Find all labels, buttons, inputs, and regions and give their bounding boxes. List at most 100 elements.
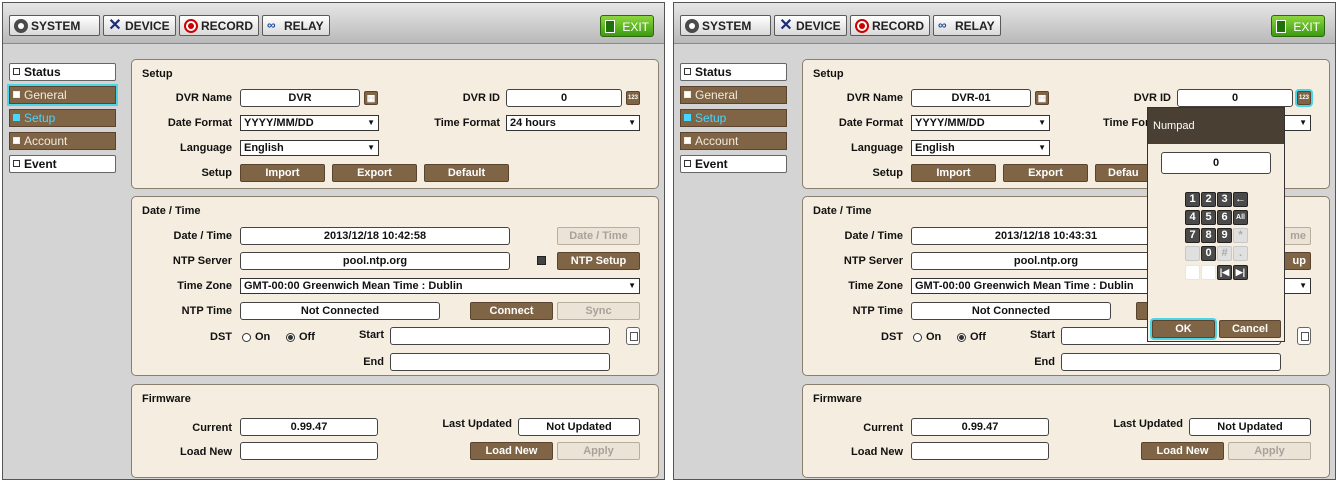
sidebar-item-status[interactable]: Status — [680, 63, 787, 81]
keyboard-icon[interactable]: ▦ — [1035, 91, 1049, 105]
menu-relay-label: RELAY — [955, 19, 995, 33]
calendar-icon[interactable] — [626, 327, 640, 345]
dvr-setup-screen-left: SYSTEM ✕ DEVICE RECORD ∞ RELAY EXIT Status… — [2, 2, 665, 480]
calendar-icon[interactable] — [1297, 327, 1311, 345]
sidebar-item-event[interactable]: Event — [9, 155, 116, 173]
date-format-select[interactable]: YYYY/MM/DD ▼ — [911, 115, 1050, 131]
load-new-button[interactable]: Load New — [1141, 442, 1224, 460]
numpad-ok-button[interactable]: OK — [1152, 320, 1215, 338]
ntp-server-input[interactable]: pool.ntp.org — [911, 252, 1181, 270]
menu-record-button[interactable]: RECORD — [179, 15, 259, 36]
numpad-key-hash[interactable]: # — [1217, 246, 1232, 261]
numpad-key-4[interactable]: 4 — [1185, 210, 1200, 225]
ntp-time-field: Not Connected — [911, 302, 1111, 320]
numpad-key-9[interactable]: 9 — [1217, 228, 1232, 243]
dvr-id-input[interactable]: 0 — [1177, 89, 1293, 107]
date-time-button[interactable]: Date / Time — [557, 227, 640, 245]
sidebar-item-general[interactable]: General — [9, 86, 116, 104]
numpad-key-3[interactable]: 3 — [1217, 192, 1232, 207]
ntp-enable-checkbox[interactable] — [537, 256, 546, 265]
dst-start-label: Start — [358, 329, 384, 341]
numpad-key-star[interactable]: * — [1233, 228, 1248, 243]
numpad-key-6[interactable]: 6 — [1217, 210, 1232, 225]
dst-off-radio[interactable] — [957, 333, 966, 342]
firmware-panel-title: Firmware — [813, 393, 862, 405]
dropdown-arrow-icon: ▼ — [628, 281, 636, 290]
apply-button[interactable]: Apply — [557, 442, 640, 460]
time-zone-value: GMT-00:00 Greenwich Mean Time : Dublin — [244, 280, 463, 292]
import-button[interactable]: Import — [240, 164, 325, 182]
connect-button[interactable]: Connect — [470, 302, 553, 320]
export-button[interactable]: Export — [1003, 164, 1088, 182]
numpad-key-8[interactable]: 8 — [1201, 228, 1216, 243]
dst-label: DST — [881, 331, 903, 343]
numpad-icon[interactable]: 123 — [626, 91, 640, 105]
import-button[interactable]: Import — [911, 164, 996, 182]
menu-record-button[interactable]: RECORD — [850, 15, 930, 36]
numpad-key-7[interactable]: 7 — [1185, 228, 1200, 243]
menu-system-button[interactable]: SYSTEM — [9, 15, 100, 36]
square-icon — [13, 114, 20, 121]
dst-end-label: End — [363, 356, 384, 368]
sidebar-item-event[interactable]: Event — [680, 155, 787, 173]
numpad-key-1[interactable]: 1 — [1185, 192, 1200, 207]
sidebar-item-setup[interactable]: Setup — [9, 109, 116, 127]
numpad-key-0[interactable]: 0 — [1201, 246, 1216, 261]
dvr-name-input[interactable]: DVR — [240, 89, 360, 107]
numpad-backspace-key[interactable]: ← — [1233, 192, 1248, 207]
sync-button[interactable]: Sync — [557, 302, 640, 320]
dvr-name-input[interactable]: DVR-01 — [911, 89, 1031, 107]
dst-off-radio[interactable] — [286, 333, 295, 342]
numpad-key-dot[interactable]: . — [1233, 246, 1248, 261]
dst-end-input[interactable] — [1061, 353, 1281, 371]
time-format-select[interactable]: 24 hours ▼ — [506, 115, 640, 131]
load-new-button[interactable]: Load New — [470, 442, 553, 460]
square-icon — [684, 114, 691, 121]
sidebar-item-account[interactable]: Account — [680, 132, 787, 150]
sidebar-item-status[interactable]: Status — [9, 63, 116, 81]
numpad-cursor-left-key[interactable]: |◀ — [1217, 265, 1232, 280]
sidebar-item-general[interactable]: General — [680, 86, 787, 104]
language-select[interactable]: English ▼ — [240, 140, 379, 156]
load-new-input[interactable] — [240, 442, 378, 460]
dst-start-input[interactable] — [390, 327, 610, 345]
dst-on-radio[interactable] — [913, 333, 922, 342]
export-button[interactable]: Export — [332, 164, 417, 182]
dst-on-radio[interactable] — [242, 333, 251, 342]
time-zone-select[interactable]: GMT-00:00 Greenwich Mean Time : Dublin ▼ — [240, 278, 640, 294]
date-time-field[interactable]: 2013/12/18 10:42:58 — [240, 227, 510, 245]
firmware-panel: Firmware Current 0.99.47 Last Updated No… — [802, 384, 1330, 478]
language-select[interactable]: English ▼ — [911, 140, 1050, 156]
menu-relay-button[interactable]: ∞ RELAY — [262, 15, 330, 36]
numpad-icon[interactable]: 123 — [1297, 91, 1311, 105]
sidebar-item-label: Status — [695, 65, 732, 79]
sidebar-item-account[interactable]: Account — [9, 132, 116, 150]
menu-device-button[interactable]: ✕ DEVICE — [774, 15, 847, 36]
date-time-field[interactable]: 2013/12/18 10:43:31 — [911, 227, 1181, 245]
ntp-setup-button[interactable]: NTP Setup — [557, 252, 640, 270]
numpad-all-key[interactable]: All — [1233, 210, 1248, 225]
menu-device-button[interactable]: ✕ DEVICE — [103, 15, 176, 36]
sidebar-item-label: Setup — [24, 111, 56, 125]
numpad-cursor-right-key[interactable]: ▶| — [1233, 265, 1248, 280]
sidebar-item-setup[interactable]: Setup — [680, 109, 787, 127]
numpad-cancel-button[interactable]: Cancel — [1219, 320, 1281, 338]
dvr-id-label: DVR ID — [1133, 92, 1171, 104]
numpad-title: Numpad — [1148, 108, 1284, 144]
apply-button[interactable]: Apply — [1228, 442, 1311, 460]
default-button[interactable]: Default — [424, 164, 509, 182]
load-new-input[interactable] — [911, 442, 1049, 460]
exit-button[interactable]: EXIT — [1271, 15, 1325, 37]
menu-system-button[interactable]: SYSTEM — [680, 15, 771, 36]
numpad-key-2[interactable]: 2 — [1201, 192, 1216, 207]
ntp-server-label: NTP Server — [172, 255, 232, 267]
sidebar-item-label: Event — [695, 157, 728, 171]
dst-end-input[interactable] — [390, 353, 610, 371]
menu-relay-button[interactable]: ∞ RELAY — [933, 15, 1001, 36]
exit-button[interactable]: EXIT — [600, 15, 654, 37]
keyboard-icon[interactable]: ▦ — [364, 91, 378, 105]
date-format-select[interactable]: YYYY/MM/DD ▼ — [240, 115, 379, 131]
ntp-server-input[interactable]: pool.ntp.org — [240, 252, 510, 270]
numpad-key-5[interactable]: 5 — [1201, 210, 1216, 225]
dvr-id-input[interactable]: 0 — [506, 89, 622, 107]
